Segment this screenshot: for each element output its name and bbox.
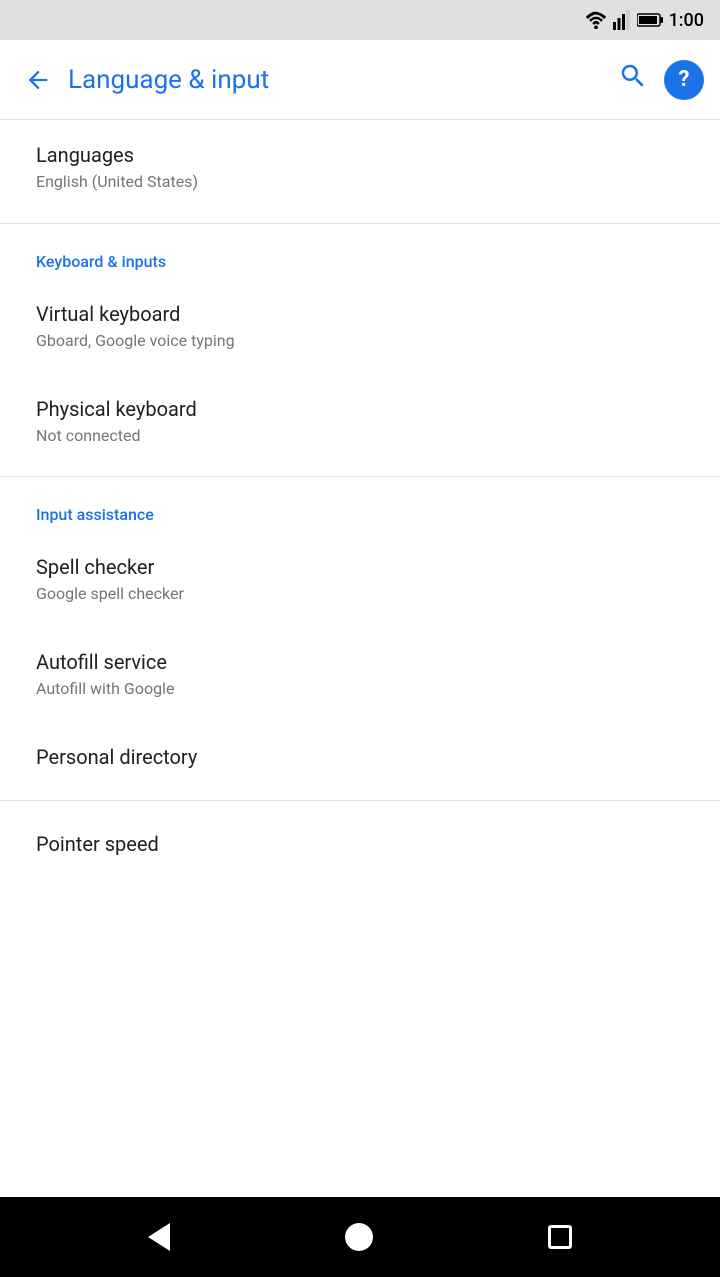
battery-icon (637, 12, 663, 28)
signal-icon (613, 10, 631, 30)
physical-keyboard-title: Physical keyboard (36, 396, 684, 422)
spell-checker-item[interactable]: Spell checker Google spell checker (0, 532, 720, 627)
status-time: 1:00 (669, 10, 704, 31)
input-assistance-section-header: Input assistance (0, 485, 720, 532)
content: Languages English (United States) Keyboa… (0, 120, 720, 1197)
back-arrow-icon (24, 66, 52, 94)
personal-directory-item[interactable]: Personal directory (0, 722, 720, 792)
physical-keyboard-subtitle: Not connected (36, 426, 684, 447)
languages-title: Languages (36, 142, 684, 168)
keyboard-section-header: Keyboard & inputs (0, 232, 720, 279)
nav-home-button[interactable] (345, 1223, 373, 1251)
physical-keyboard-item[interactable]: Physical keyboard Not connected (0, 374, 720, 469)
back-button[interactable] (16, 58, 60, 102)
app-bar-actions: ? (618, 60, 704, 100)
nav-back-icon (148, 1223, 170, 1251)
spell-checker-subtitle: Google spell checker (36, 584, 684, 605)
autofill-service-subtitle: Autofill with Google (36, 679, 684, 700)
virtual-keyboard-item[interactable]: Virtual keyboard Gboard, Google voice ty… (0, 279, 720, 374)
divider-2 (0, 476, 720, 477)
nav-home-icon (345, 1223, 373, 1251)
languages-subtitle: English (United States) (36, 172, 684, 193)
spell-checker-title: Spell checker (36, 554, 684, 580)
input-assistance-section-label: Input assistance (36, 505, 154, 524)
personal-directory-title: Personal directory (36, 744, 684, 770)
divider-3 (0, 800, 720, 801)
pointer-speed-item[interactable]: Pointer speed (0, 809, 720, 879)
wifi-icon (585, 11, 607, 29)
help-icon: ? (679, 67, 690, 92)
nav-back-button[interactable] (148, 1223, 170, 1251)
nav-recents-icon (548, 1225, 572, 1249)
divider-1 (0, 223, 720, 224)
nav-recents-button[interactable] (548, 1225, 572, 1249)
search-button[interactable] (618, 61, 648, 98)
search-icon (618, 61, 648, 91)
pointer-speed-title: Pointer speed (36, 831, 684, 857)
languages-item[interactable]: Languages English (United States) (0, 120, 720, 215)
status-bar: 1:00 (0, 0, 720, 40)
virtual-keyboard-title: Virtual keyboard (36, 301, 684, 327)
virtual-keyboard-subtitle: Gboard, Google voice typing (36, 331, 684, 352)
nav-bar (0, 1197, 720, 1277)
autofill-service-title: Autofill service (36, 649, 684, 675)
help-button[interactable]: ? (664, 60, 704, 100)
autofill-service-item[interactable]: Autofill service Autofill with Google (0, 627, 720, 722)
page-title: Language & input (68, 65, 618, 95)
keyboard-section-label: Keyboard & inputs (36, 252, 166, 271)
app-bar: Language & input ? (0, 40, 720, 120)
status-icons: 1:00 (585, 10, 704, 31)
